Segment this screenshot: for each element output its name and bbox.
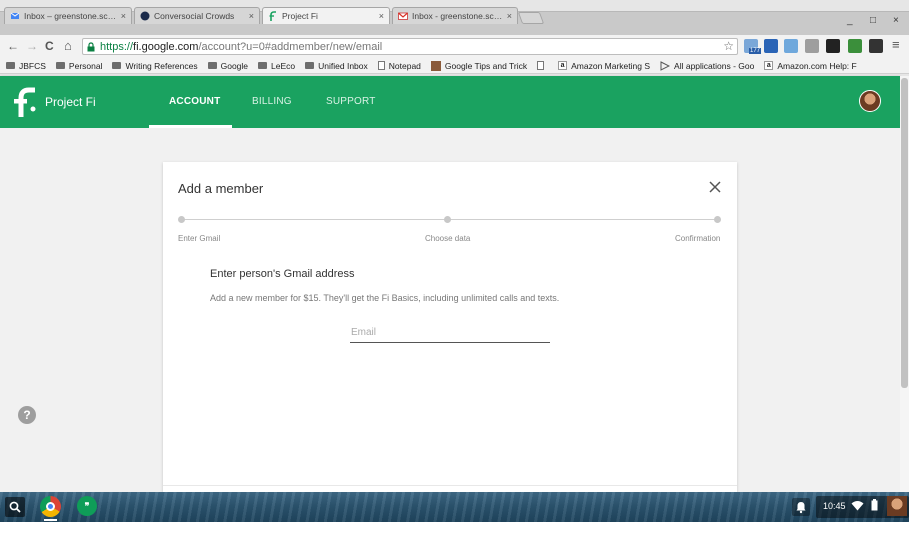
tab-billing[interactable]: BILLING [252,96,292,107]
url-scheme: https:// [100,40,134,53]
close-icon[interactable] [708,180,722,194]
bookmark-notepad[interactable]: Notepad [377,61,421,71]
shelf-wallpaper [0,492,909,522]
browser-chrome: Inbox – greenstone.scott × Conversocial … [0,0,909,76]
bookmark-blank[interactable] [537,61,548,70]
tab-inbox-2[interactable]: Inbox - greenstone.scott × [392,7,518,24]
app-running-indicator [44,519,57,521]
extension-icon[interactable] [784,39,798,53]
home-button[interactable]: ⌂ [64,39,72,53]
tab-inbox-1[interactable]: Inbox – greenstone.scott × [4,7,132,24]
tab-support[interactable]: SUPPORT [326,96,376,107]
address-bar[interactable]: https:// fi.google.com /account?u=0#addm… [82,38,738,55]
bookmark-writing-references[interactable]: Writing References [112,61,198,71]
bookmark-google-tips[interactable]: Google Tips and Trick [430,60,527,71]
tab-close-icon[interactable]: × [121,11,126,21]
folder-icon [207,62,217,69]
clock: 10:45 [823,501,846,511]
cast-icon[interactable] [805,39,819,53]
maximize-button[interactable]: □ [870,15,876,26]
tab-close-icon[interactable]: × [379,11,384,21]
add-member-dialog: Add a member Enter Gmail Choose data Con… [163,162,737,492]
dialog-divider [163,485,737,486]
chrome-app-icon[interactable] [40,496,61,517]
url-host: fi.google.com [133,40,199,53]
layers-icon[interactable] [826,39,840,53]
new-tab-button[interactable] [517,12,545,24]
bookmark-unified-inbox[interactable]: Unified Inbox [305,61,368,71]
bookmark-jbfcs[interactable]: JBFCS [6,61,46,71]
member-description: Add a new member for $15. They'll get th… [210,293,560,303]
apps-icon [660,60,671,71]
evernote-icon[interactable] [848,39,862,53]
extension-icon[interactable] [764,39,778,53]
scrollbar-thumb[interactable] [901,78,908,388]
project-fi-icon [269,10,276,21]
step-dot-choose-data [444,216,451,223]
url-path: /account?u=0#addmember/new/email [198,40,383,53]
tab-account[interactable]: ACCOUNT [169,96,220,107]
bookmark-amazon-marketing[interactable]: a Amazon Marketing S [558,61,650,71]
step-dot-enter-gmail [178,216,185,223]
bell-icon [796,502,806,514]
page-icon [377,61,385,70]
amazon-icon: a [558,61,568,70]
tab-label: Conversocial Crowds [154,10,235,21]
wifi-icon [851,501,864,511]
gmail-heading: Enter person's Gmail address [210,268,355,280]
film-icon[interactable] [869,39,883,53]
help-icon[interactable]: ? [18,406,36,424]
bookmark-leeco[interactable]: LeEco [258,61,295,71]
page-icon [537,61,545,70]
hangouts-app-icon[interactable]: ❞ [77,496,97,516]
avatar[interactable] [859,90,881,112]
fi-header: Project Fi ACCOUNT BILLING SUPPORT [0,76,900,128]
bookmark-google[interactable]: Google [207,61,248,71]
reload-button[interactable]: C [45,39,54,53]
lock-icon [87,41,95,51]
bookmark-personal[interactable]: Personal [55,61,102,71]
forward-button[interactable]: → [26,39,38,53]
notifications-button[interactable] [792,498,810,516]
inbox-icon [10,12,20,19]
step-label-choose-data: Choose data [425,234,471,243]
conversocial-icon [140,11,150,20]
battery-icon [871,499,878,511]
step-label-enter-gmail: Enter Gmail [178,234,221,243]
bookmarks-bar: JBFCS Personal Writing References Google… [0,58,909,74]
user-avatar[interactable] [887,496,907,516]
tab-label: Inbox – greenstone.scott [24,10,117,21]
folder-icon [258,62,268,69]
bookmark-amazon-help[interactable]: a Amazon.com Help: F [764,61,857,71]
bookmark-star-icon[interactable]: ☆ [723,39,734,53]
search-icon [9,501,21,513]
tab-label: Inbox - greenstone.scott [412,10,503,21]
tab-project-fi[interactable]: Project Fi × [262,7,390,24]
step-label-confirmation: Confirmation [675,234,721,243]
launcher-button[interactable] [5,497,25,517]
project-fi-logo-icon [14,87,36,117]
bookmark-favicon [430,60,441,71]
gmail-icon [398,12,408,20]
menu-icon[interactable]: ≡ [892,38,900,52]
dialog-title: Add a member [178,181,264,196]
tab-conversocial[interactable]: Conversocial Crowds × [134,7,260,24]
tab-close-icon[interactable]: × [507,11,512,21]
folder-icon [112,62,122,69]
close-window-button[interactable]: × [893,15,899,26]
tab-close-icon[interactable]: × [249,11,254,21]
back-button[interactable]: ← [7,39,19,53]
brand-name[interactable]: Project Fi [45,95,96,109]
browser-toolbar: ← → C ⌂ https:// fi.google.com /account?… [0,35,909,58]
tab-label: Project Fi [282,10,318,21]
extension-badge: 177 [749,48,762,54]
minimize-button[interactable]: _ [847,15,853,26]
folder-icon [305,62,315,69]
folder-icon [55,62,65,69]
folder-icon [6,62,15,69]
bookmark-all-applications[interactable]: All applications - Goo [660,61,754,71]
email-input[interactable] [350,322,550,343]
step-dot-confirmation [714,216,721,223]
amazon-icon: a [764,61,774,70]
